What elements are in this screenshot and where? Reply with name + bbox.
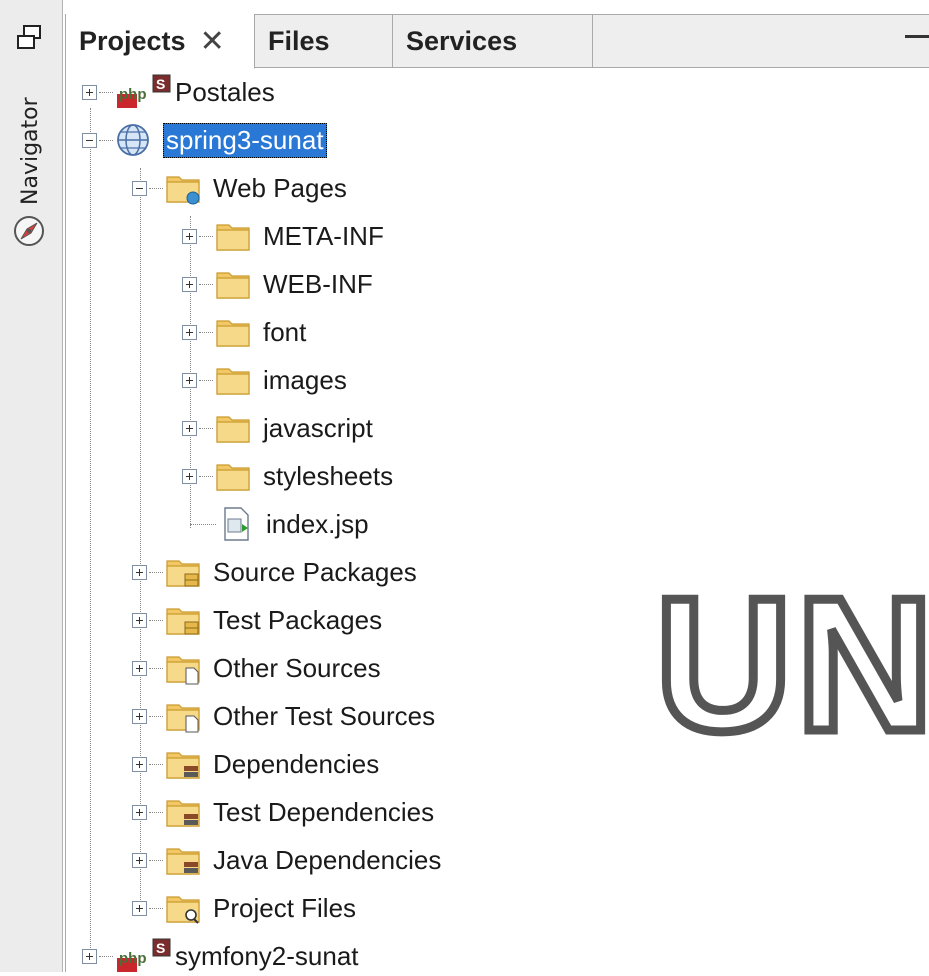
navigator-tab[interactable]: Navigator [18, 97, 43, 205]
tree-node-label: spring3-sunat [163, 122, 327, 158]
tree-node-label: font [263, 316, 307, 347]
side-strip: Navigator [0, 0, 63, 972]
expand-icon[interactable] [132, 612, 147, 628]
tree-node-font[interactable]: font [182, 312, 306, 352]
expand-icon[interactable] [182, 420, 197, 436]
expand-icon[interactable] [182, 276, 197, 292]
tab-files-label: Files [268, 25, 330, 56]
expand-icon[interactable] [182, 228, 197, 244]
folder-icon [215, 362, 251, 398]
php-project-icon [115, 938, 175, 974]
folder-icon [215, 218, 251, 254]
project-files-folder-icon [165, 890, 201, 924]
tree-node-label: javascript [263, 412, 373, 443]
folder-icon [215, 458, 251, 494]
folder-icon [215, 266, 251, 302]
tree-node-index-jsp[interactable]: index.jsp [190, 504, 369, 544]
tree-node-meta-inf[interactable]: META-INF [182, 216, 384, 256]
tree-node-label: Test Packages [213, 604, 383, 635]
minimize-icon[interactable] [905, 35, 929, 38]
expand-icon[interactable] [182, 372, 197, 388]
sources-folder-icon [165, 698, 201, 733]
expand-icon[interactable] [132, 708, 147, 724]
libraries-folder-icon [165, 842, 201, 878]
package-folder-icon [165, 554, 201, 590]
tree-node-label: META-INF [263, 220, 384, 251]
collapse-icon[interactable] [132, 180, 147, 196]
tree-node-stylesheets[interactable]: stylesheets [182, 456, 393, 496]
tree-node-label: Web Pages [213, 172, 347, 203]
tab-bar: Projects ✕ Files Services [65, 14, 929, 69]
tree-node-label: index.jsp [266, 508, 369, 539]
tree-node-label: symfony2-sunat [175, 940, 359, 971]
tab-projects[interactable]: Projects ✕ [65, 14, 255, 69]
tree-node-other-sources[interactable]: Other Sources [132, 648, 381, 688]
tree-node-label: Other Sources [213, 652, 381, 683]
expand-icon[interactable] [132, 756, 147, 772]
web-project-icon [115, 122, 151, 158]
expand-icon[interactable] [82, 84, 97, 100]
tree-node-label: Source Packages [213, 556, 417, 587]
compass-icon[interactable] [12, 214, 46, 248]
web-pages-folder-icon [165, 170, 201, 205]
tree-node-spring3-sunat[interactable]: spring3-sunat [82, 120, 327, 160]
expand-icon[interactable] [132, 660, 147, 676]
collapse-icon[interactable] [82, 132, 97, 148]
jsp-file-icon [218, 506, 254, 542]
tree-node-label: Java Dependencies [213, 844, 442, 875]
expand-icon[interactable] [132, 900, 147, 916]
tree-node-symfony2-sunat[interactable]: symfony2-sunat [82, 936, 359, 976]
tree-guide-line [90, 108, 91, 954]
libraries-folder-icon [165, 746, 201, 782]
expand-icon[interactable] [182, 324, 197, 340]
tree-node-other-test-sources[interactable]: Other Test Sources [132, 696, 435, 736]
tree-node-label: stylesheets [263, 460, 394, 491]
expand-icon[interactable] [132, 852, 147, 868]
tree-node-project-files[interactable]: Project Files [132, 888, 356, 928]
tree-node-label: Other Test Sources [213, 700, 436, 731]
tree-node-java-dependencies[interactable]: Java Dependencies [132, 840, 441, 880]
folder-icon [215, 314, 251, 350]
tab-files[interactable]: Files [255, 14, 393, 68]
tree-node-dependencies[interactable]: Dependencies [132, 744, 379, 784]
tab-services[interactable]: Services [393, 14, 593, 68]
tree-node-images[interactable]: images [182, 360, 347, 400]
tree-node-label: WEB-INF [263, 268, 373, 299]
tree-node-postales[interactable]: Postales [82, 72, 275, 112]
tree-node-label: Project Files [213, 892, 357, 923]
project-tree: Postales spring3-sunat Web Pages META-IN… [65, 68, 929, 972]
tree-node-label: Postales [175, 76, 275, 107]
tree-node-web-inf[interactable]: WEB-INF [182, 264, 373, 304]
tree-node-label: Test Dependencies [213, 796, 435, 827]
libraries-folder-icon [165, 794, 201, 830]
tree-node-label: images [263, 364, 347, 395]
tree-node-source-packages[interactable]: Source Packages [132, 552, 417, 592]
expand-icon[interactable] [182, 468, 197, 484]
folder-icon [215, 410, 251, 446]
restore-window-icon[interactable] [16, 24, 44, 52]
tree-node-test-packages[interactable]: Test Packages [132, 600, 382, 640]
tree-node-label: Dependencies [213, 748, 380, 779]
expand-icon[interactable] [132, 804, 147, 820]
expand-icon[interactable] [132, 564, 147, 580]
tree-node-javascript[interactable]: javascript [182, 408, 373, 448]
tab-projects-label: Projects [79, 25, 186, 56]
expand-icon[interactable] [82, 948, 97, 964]
php-project-icon [115, 74, 175, 110]
close-icon[interactable]: ✕ [200, 24, 225, 59]
package-folder-icon [165, 602, 201, 638]
tree-node-test-dependencies[interactable]: Test Dependencies [132, 792, 434, 832]
sources-folder-icon [165, 650, 201, 685]
tab-services-label: Services [406, 25, 518, 56]
tree-node-web-pages[interactable]: Web Pages [132, 168, 347, 208]
